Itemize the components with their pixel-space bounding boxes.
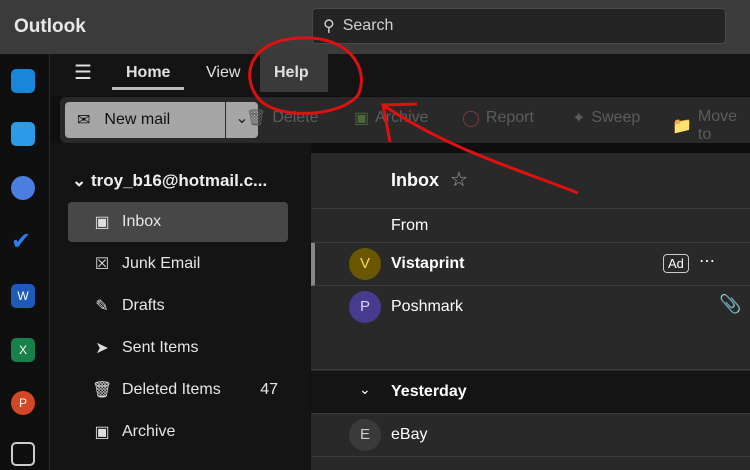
red-annotation	[0, 0, 750, 470]
annotation-arrow	[383, 105, 578, 193]
annotation-circle	[250, 38, 362, 114]
